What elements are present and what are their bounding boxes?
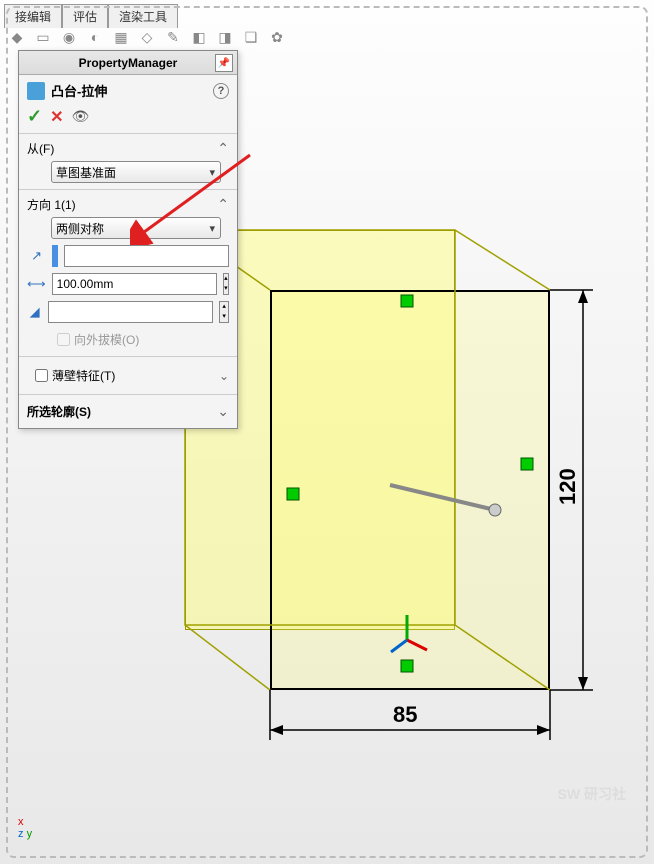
dim-width: 85 xyxy=(393,702,417,727)
watermark: SW 研习社 xyxy=(558,784,626,804)
tool-icon-11[interactable]: ✿ xyxy=(266,26,288,48)
section-from-header[interactable]: 从(F) ⌃ xyxy=(27,140,229,157)
ok-button[interactable]: ✓ xyxy=(27,106,42,127)
tab-evaluate[interactable]: 评估 xyxy=(62,4,108,28)
draft-spinner[interactable]: ▴▾ xyxy=(219,301,229,323)
axis-x: x xyxy=(18,816,24,828)
tool-icon-5[interactable]: ▦ xyxy=(110,26,132,48)
end-condition-dropdown[interactable]: 两侧对称 xyxy=(51,217,221,239)
box-edges: 85 120 xyxy=(175,220,605,740)
tab-direct-edit[interactable]: 接编辑 xyxy=(4,4,62,28)
thin-feature-label: 薄壁特征(T) xyxy=(52,367,115,384)
selection-highlight xyxy=(52,245,58,267)
thin-feature-row[interactable]: 薄壁特征(T) ⌄ xyxy=(27,365,229,386)
section-direction1: 方向 1(1) ⌃ 两侧对称 ↗ ⟷ ▴▾ ◢ ▴▾ 向外拔模(O) xyxy=(19,189,237,356)
from-label: 从(F) xyxy=(27,140,54,157)
direction-selection-field[interactable] xyxy=(64,245,229,267)
tool-icon-10[interactable]: ❏ xyxy=(240,26,262,48)
axis-z: z xyxy=(18,828,24,840)
end-condition-value: 两侧对称 xyxy=(56,220,104,237)
view-triad: x z y xyxy=(18,816,32,840)
draft-outward-row: 向外拔模(O) xyxy=(27,329,229,350)
tool-icon-4[interactable]: ◐ xyxy=(84,26,106,48)
cancel-button[interactable]: ✕ xyxy=(50,107,63,127)
panel-title: PropertyManager xyxy=(79,56,178,70)
property-manager-panel: PropertyManager 📌 凸台-拉伸 ? ✓ ✕ 👁 从(F) ⌃ 草… xyxy=(18,50,238,429)
from-value: 草图基准面 xyxy=(56,164,116,181)
feature-name: 凸台-拉伸 xyxy=(51,81,107,100)
from-dropdown[interactable]: 草图基准面 xyxy=(51,161,221,183)
command-tabs: 接编辑 评估 渲染工具 xyxy=(4,4,178,28)
toolbar: ◆ ▭ ◉ ◐ ▦ ◇ ✎ ◧ ◨ ❏ ✿ xyxy=(6,26,288,48)
extrude-preview: 85 120 xyxy=(175,220,605,740)
depth-input[interactable] xyxy=(52,273,217,295)
draft-outward-checkbox xyxy=(57,333,70,346)
caret-icon: ⌃ xyxy=(217,196,229,213)
caret-icon: ⌄ xyxy=(217,403,229,420)
tool-icon-2[interactable]: ▭ xyxy=(32,26,54,48)
depth-row: ⟷ ▴▾ xyxy=(27,273,229,295)
section-direction1-header[interactable]: 方向 1(1) ⌃ xyxy=(27,196,229,213)
reverse-direction-icon[interactable]: ↗ xyxy=(27,246,46,266)
contours-label: 所选轮廓(S) xyxy=(27,403,91,420)
tool-icon-9[interactable]: ◨ xyxy=(214,26,236,48)
section-contours[interactable]: 所选轮廓(S) ⌄ xyxy=(19,394,237,428)
caret-icon: ⌃ xyxy=(217,140,229,157)
tool-icon-7[interactable]: ✎ xyxy=(162,26,184,48)
dim-height: 120 xyxy=(555,468,580,505)
draft-row: ◢ ▴▾ xyxy=(27,301,229,323)
draft-input[interactable] xyxy=(48,301,213,323)
draft-outward-label: 向外拔模(O) xyxy=(74,331,139,348)
tool-icon-8[interactable]: ◧ xyxy=(188,26,210,48)
tool-icon-1[interactable]: ◆ xyxy=(6,26,28,48)
action-row: ✓ ✕ 👁 xyxy=(19,106,237,133)
preview-icon[interactable]: 👁 xyxy=(72,108,90,125)
help-icon[interactable]: ? xyxy=(213,83,229,99)
reverse-direction-row: ↗ xyxy=(27,245,229,267)
direction1-label: 方向 1(1) xyxy=(27,196,76,213)
thin-feature-checkbox[interactable] xyxy=(35,369,48,382)
depth-spinner[interactable]: ▴▾ xyxy=(223,273,229,295)
draft-icon[interactable]: ◢ xyxy=(27,302,42,322)
axis-y: y xyxy=(27,828,33,840)
tool-icon-6[interactable]: ◇ xyxy=(136,26,158,48)
depth-icon: ⟷ xyxy=(27,274,46,294)
caret-icon: ⌄ xyxy=(219,369,229,383)
panel-header: PropertyManager 📌 xyxy=(19,51,237,75)
pin-icon[interactable]: 📌 xyxy=(215,54,233,72)
feature-title-row: 凸台-拉伸 ? xyxy=(19,75,237,106)
section-from: 从(F) ⌃ 草图基准面 xyxy=(19,133,237,189)
extrude-feature-icon xyxy=(27,82,45,100)
tool-icon-3[interactable]: ◉ xyxy=(58,26,80,48)
tab-render-tools[interactable]: 渲染工具 xyxy=(108,4,178,28)
section-thin: 薄壁特征(T) ⌄ xyxy=(19,356,237,394)
